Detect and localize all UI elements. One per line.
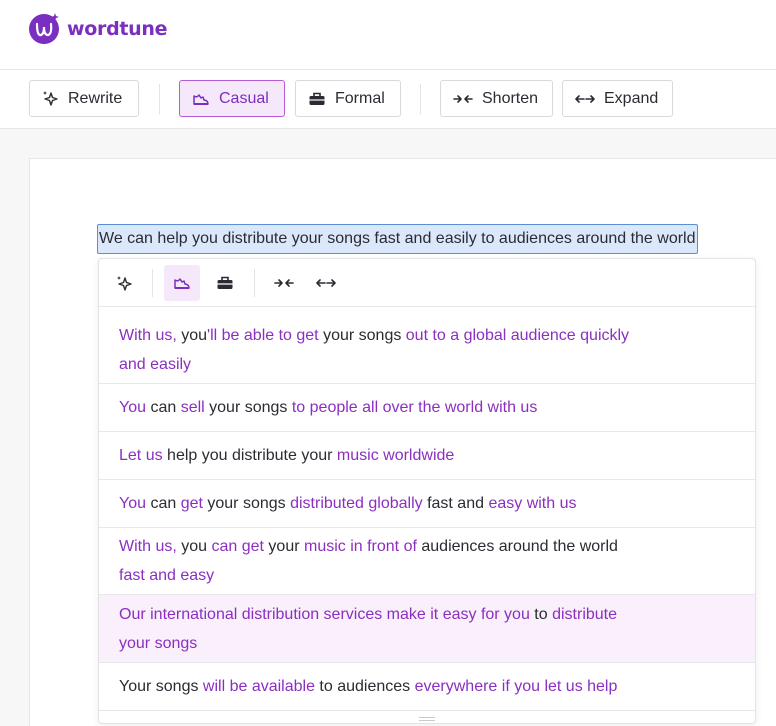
changed-text: get [180, 495, 203, 512]
changed-text: fast and easy [119, 567, 215, 584]
logo[interactable]: wordtune [29, 14, 168, 44]
formal-button[interactable]: Formal [295, 80, 401, 117]
shorten-arrows-icon [453, 94, 473, 103]
unchanged-text: can [146, 495, 181, 512]
shorten-arrows-icon [274, 279, 294, 287]
suggestion-line: With us, you can get your music in front… [119, 532, 687, 561]
suggestion-item[interactable]: Let us help you distribute your music wo… [99, 432, 755, 480]
changed-text: distributed globally [290, 495, 423, 512]
changed-text: You [119, 399, 146, 416]
suggestion-line: Let us help you distribute your music wo… [119, 441, 687, 470]
selected-text[interactable]: We can help you distribute your songs fa… [97, 224, 698, 254]
suggestion-line: You can sell your songs to people all ov… [119, 393, 687, 422]
unchanged-text: your [263, 538, 304, 555]
sparkle-icon [116, 275, 132, 291]
changed-text: will be available [202, 678, 315, 695]
changed-text: your songs [119, 635, 198, 652]
popup-rewrite-button[interactable] [106, 265, 142, 301]
suggestion-line: your songs [119, 629, 687, 658]
popup-toolbar-divider [254, 269, 255, 297]
suggestion-item[interactable]: With us, you'll be able to get your song… [99, 316, 755, 384]
changed-text: to people all over the world with us [291, 399, 538, 416]
suggestion-item[interactable]: With us, you can get your music in front… [99, 528, 755, 595]
unchanged-text: to audiences [314, 678, 415, 695]
suggestion-item[interactable]: You can get your songs distributed globa… [99, 480, 755, 528]
suggestion-line: and easily [119, 350, 687, 379]
unchanged-text: can [146, 399, 181, 416]
expand-label: Expand [604, 89, 659, 107]
unchanged-text: to [529, 606, 553, 623]
changed-text: music worldwide [336, 447, 455, 464]
rewrite-button[interactable]: Rewrite [29, 80, 139, 117]
changed-text: Let us [119, 447, 163, 464]
shorten-label: Shorten [482, 89, 539, 107]
toolbar-divider [159, 84, 160, 114]
unchanged-text: audiences around the world [416, 538, 618, 555]
expand-button[interactable]: Expand [562, 80, 673, 117]
suggestion-item[interactable]: You can sell your songs to people all ov… [99, 384, 755, 432]
suggestion-item[interactable]: Our international distribution services … [99, 595, 755, 663]
changed-text: can get [211, 538, 264, 555]
unchanged-text: your songs [202, 495, 291, 512]
suggestion-line: Our international distribution services … [119, 600, 687, 629]
top-bar: wordtune [0, 0, 776, 70]
changed-text: easy with us [488, 495, 577, 512]
changed-text: Our international distribution services … [119, 606, 530, 623]
popup-toolbar [99, 259, 755, 307]
popup-casual-button[interactable] [164, 265, 200, 301]
popup-shorten-button[interactable] [266, 265, 302, 301]
popup-formal-button[interactable] [207, 265, 243, 301]
sneaker-icon [193, 93, 209, 105]
expand-arrows-icon [575, 94, 595, 103]
changed-text: With us, [119, 327, 177, 344]
sparkle-icon [43, 91, 58, 106]
rewrite-label: Rewrite [68, 89, 123, 107]
unchanged-text: you [176, 538, 212, 555]
changed-text: distribute [552, 606, 618, 623]
suggestion-line: With us, you'll be able to get your song… [119, 321, 687, 350]
suggestions-popup: With us, you'll be able to get your song… [98, 258, 756, 724]
popup-expand-button[interactable] [308, 265, 344, 301]
changed-text: You [119, 495, 146, 512]
unchanged-text: help you distribute your [162, 447, 337, 464]
suggestion-item[interactable]: Your songs will be available to audience… [99, 663, 755, 711]
unchanged-text: you [176, 327, 208, 344]
casual-button[interactable]: Casual [179, 80, 285, 117]
changed-text: 'll be able to get [207, 327, 319, 344]
app-name: wordtune [67, 18, 168, 40]
resize-grip-icon[interactable] [419, 717, 435, 721]
formal-label: Formal [335, 89, 385, 107]
unchanged-text: your songs [318, 327, 406, 344]
unchanged-text: your songs [204, 399, 292, 416]
briefcase-icon [217, 276, 233, 289]
changed-text: out to a global audience quickly [405, 327, 630, 344]
sneaker-icon [174, 278, 190, 289]
suggestion-line: fast and easy [119, 561, 687, 590]
suggestion-line: Your songs will be available to audience… [119, 672, 687, 701]
changed-text: sell [180, 399, 205, 416]
toolbar-divider [420, 84, 421, 114]
changed-text: With us, [119, 538, 177, 555]
briefcase-icon [309, 92, 325, 105]
casual-label: Casual [219, 89, 269, 107]
rewrite-toolbar: Rewrite Casual Formal Shorten Expand [0, 70, 776, 129]
shorten-button[interactable]: Shorten [440, 80, 553, 117]
expand-arrows-icon [316, 279, 336, 287]
popup-toolbar-divider [152, 269, 153, 297]
logo-sparkle-icon [51, 13, 59, 21]
changed-text: and easily [119, 356, 192, 373]
unchanged-text: Your songs [119, 678, 203, 695]
suggestion-line: You can get your songs distributed globa… [119, 489, 687, 518]
unchanged-text: fast and [422, 495, 489, 512]
changed-text: everywhere if you let us help [414, 678, 618, 695]
changed-text: music in front of [303, 538, 417, 555]
